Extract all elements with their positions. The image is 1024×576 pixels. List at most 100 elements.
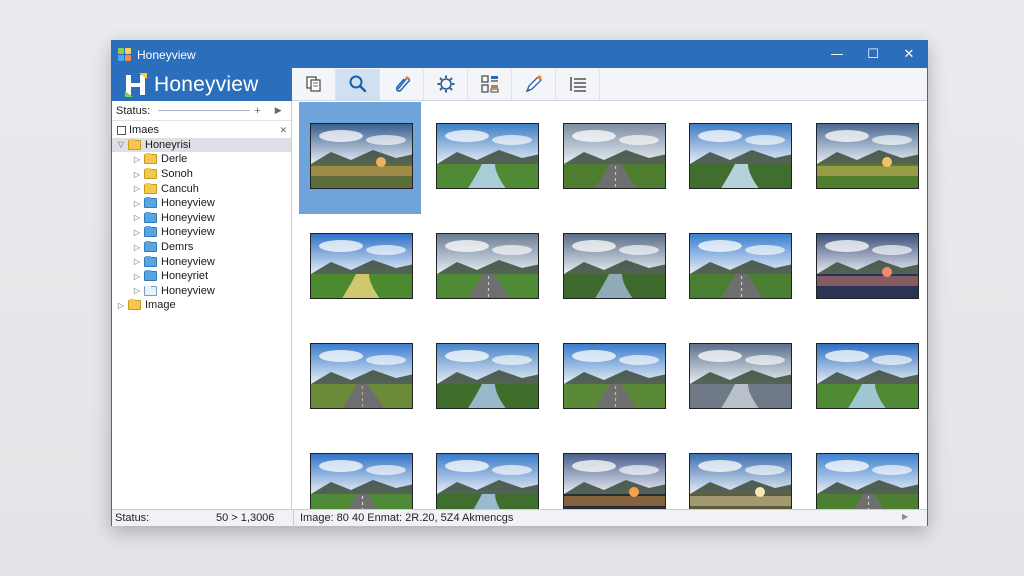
thumbnail-image <box>815 343 919 409</box>
status-arrow-icon[interactable]: ▶ <box>902 512 908 521</box>
thumbnail-cell[interactable] <box>552 102 674 214</box>
app-icon <box>118 47 132 62</box>
list-view-button[interactable] <box>556 68 600 100</box>
tree-item[interactable]: ▷ Derle <box>112 152 291 167</box>
tree-item[interactable]: ▷ Honeyriet <box>112 269 291 284</box>
thumbnail-cell[interactable] <box>552 322 674 434</box>
thumbnail-image <box>815 123 919 189</box>
tree-item-label: Honeyriet <box>161 270 209 283</box>
thumbnail-image <box>689 123 793 189</box>
brand-bar: Honeyview <box>112 68 292 101</box>
image-info: Image: 80 40 Enmat: 2R.20, 5Z4 Akmencgs <box>300 512 514 524</box>
folder-icon <box>144 255 157 267</box>
expander-icon[interactable]: ▷ <box>132 272 142 281</box>
search-button[interactable] <box>336 68 380 100</box>
settings-button[interactable] <box>424 68 468 100</box>
grid-view-button[interactable] <box>468 68 512 100</box>
tree-item-label: Derle <box>161 153 188 166</box>
thumbnail-grid <box>293 101 927 509</box>
tree-item-label: Cancuh <box>161 182 199 195</box>
tree-item[interactable]: ▷ Honeyview <box>112 284 291 299</box>
tree-item[interactable]: ▷ Sonoh <box>112 167 291 182</box>
document-folder-icon <box>144 284 157 296</box>
tree-item-label: Honeyview <box>161 211 215 224</box>
tree-item[interactable]: ▷ Honeyview <box>112 196 291 211</box>
tree-item-label: Image <box>145 299 176 312</box>
thumbnail-cell[interactable] <box>678 322 800 434</box>
thumbnail-image <box>310 343 413 409</box>
thumbnail-image <box>562 343 666 409</box>
thumbnail-cell[interactable] <box>425 212 547 324</box>
tree-item[interactable]: ▷ Cancuh <box>112 181 291 196</box>
tree-item[interactable]: ▽ Honeyrisi <box>112 137 291 153</box>
thumbnail-cell[interactable] <box>299 322 421 434</box>
expander-icon[interactable]: ▷ <box>132 243 142 252</box>
thumbnail-cell[interactable] <box>805 322 927 434</box>
thumbnail-image <box>436 123 540 189</box>
thumbnail-image <box>310 233 413 299</box>
edit-icon <box>525 75 542 93</box>
zoom-plus-button[interactable]: + <box>254 105 260 117</box>
folder-icon <box>144 226 157 238</box>
copy-button[interactable] <box>292 68 336 100</box>
thumbnail-image <box>562 233 666 299</box>
tree-item-label: Honeyview <box>161 226 215 239</box>
thumbnail-cell[interactable] <box>299 212 421 324</box>
checkbox-icon[interactable] <box>117 125 126 135</box>
thumbnail-image <box>689 233 793 299</box>
tree-root-label: Imaes <box>129 124 159 137</box>
expander-icon[interactable]: ▷ <box>132 184 142 193</box>
thumbnail-cell[interactable] <box>678 432 800 509</box>
folder-icon <box>128 138 141 150</box>
minimize-button[interactable]: — <box>819 41 855 68</box>
tree-item[interactable]: ▷ Honeyview <box>112 225 291 240</box>
expander-icon[interactable]: ▷ <box>132 155 142 164</box>
folder-icon <box>144 211 157 223</box>
folder-icon <box>144 168 157 180</box>
close-button[interactable]: ✕ <box>891 41 927 68</box>
thumbnail-cell[interactable] <box>552 432 674 509</box>
thumbnail-cell[interactable] <box>299 102 421 214</box>
tree-item[interactable]: ▷ Demrs <box>112 240 291 255</box>
edit-button[interactable] <box>512 68 556 100</box>
expander-icon[interactable]: ▷ <box>116 301 126 310</box>
thumbnail-cell[interactable] <box>425 432 547 509</box>
thumbnail-cell[interactable] <box>552 212 674 324</box>
close-icon[interactable]: ✕ <box>279 125 287 136</box>
tree-item-image[interactable]: ▷ Image <box>112 298 291 313</box>
thumbnail-image <box>689 453 793 509</box>
expander-icon[interactable]: ▽ <box>116 140 126 149</box>
thumbnail-cell[interactable] <box>805 102 927 214</box>
sidebar-status-row: Status: + ▶ <box>112 101 291 121</box>
thumbnail-cell[interactable] <box>678 212 800 324</box>
thumbnail-cell[interactable] <box>805 212 927 324</box>
maximize-button[interactable]: ☐ <box>855 41 891 68</box>
zoom-slider[interactable] <box>158 110 251 111</box>
expander-icon[interactable]: ▷ <box>132 228 142 237</box>
expander-icon[interactable]: ▷ <box>132 199 142 208</box>
thumbnail-image <box>310 453 413 509</box>
folder-icon <box>128 299 141 311</box>
expander-icon[interactable]: ▷ <box>132 213 142 222</box>
status-divider <box>293 510 294 527</box>
expander-icon[interactable]: ▷ <box>132 257 142 266</box>
thumbnail-cell[interactable] <box>425 322 547 434</box>
expander-icon[interactable]: ▷ <box>132 170 142 179</box>
tree-item-label: Honeyrisi <box>145 138 191 151</box>
tree-item[interactable]: ▷ Honeyview <box>112 254 291 269</box>
status-bar: Status: 50 > 1,3006 Image: 80 40 Enmat: … <box>112 509 927 527</box>
tree-root[interactable]: Imaes ✕ <box>112 123 291 138</box>
thumbnail-image <box>815 453 919 509</box>
attach-icon <box>395 76 410 92</box>
thumbnail-cell[interactable] <box>805 432 927 509</box>
sidebar-arrow-icon[interactable]: ▶ <box>275 105 282 116</box>
honeyview-logo-icon <box>125 72 147 97</box>
attach-button[interactable] <box>380 68 424 100</box>
expander-icon[interactable]: ▷ <box>132 286 142 295</box>
thumbnail-image <box>310 123 413 189</box>
thumbnail-cell[interactable] <box>299 432 421 509</box>
tree-item-label: Honeyview <box>161 197 215 210</box>
tree-item[interactable]: ▷ Honeyview <box>112 211 291 226</box>
thumbnail-cell[interactable] <box>425 102 547 214</box>
thumbnail-cell[interactable] <box>678 102 800 214</box>
